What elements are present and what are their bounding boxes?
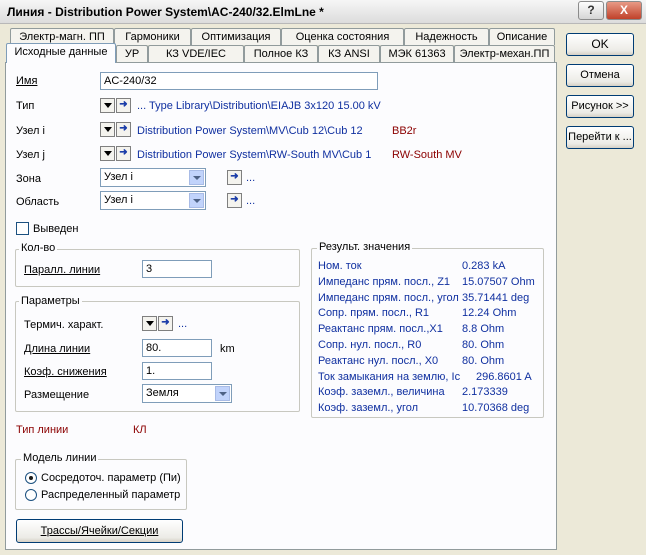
placement-dropdown[interactable]: Земля (142, 384, 232, 403)
result-value: 12.24 Ohm (462, 307, 517, 319)
area-dropdown-value: Узел i (104, 194, 133, 206)
chevron-down-icon[interactable] (189, 193, 204, 208)
count-group-title: Кол-во (19, 242, 58, 254)
type-jump-icon[interactable]: ➜ (116, 98, 131, 113)
tab-load-flow[interactable]: УР (116, 45, 148, 63)
lumped-parameter-label: Сосредоточ. параметр (Пи) (41, 472, 181, 484)
result-label: Ном. ток (318, 260, 362, 272)
derating-factor-input[interactable]: 1. (142, 362, 212, 380)
zone-ellipsis[interactable]: ... (246, 172, 255, 184)
type-value-link[interactable]: ... Type Library\Distribution\EIAJB 3x12… (137, 100, 381, 112)
placement-dropdown-value: Земля (146, 387, 179, 399)
result-label: Коэф. заземл., величина (318, 386, 445, 398)
zone-label: Зона (16, 173, 41, 185)
figure-button[interactable]: Рисунок >> (566, 95, 634, 118)
placement-label: Размещение (24, 389, 90, 401)
result-value: 35.71441 deg (462, 292, 530, 304)
zone-dropdown-value: Узел i (104, 171, 133, 183)
tab-state-estimation[interactable]: Оценка состояния (281, 28, 404, 45)
distributed-parameter-label: Распределенный параметр (41, 489, 181, 501)
tab-iec-61363[interactable]: МЭК 61363 (380, 45, 454, 63)
parallel-lines-label: Паралл. линии (24, 264, 101, 276)
tab-short-circuit-ansi[interactable]: КЗ ANSI (318, 45, 380, 63)
result-label: Реактанс прям. посл.,X1 (318, 323, 443, 335)
results-group-title: Результ. значения (317, 241, 413, 253)
close-button[interactable]: X (606, 1, 642, 20)
title-bar[interactable]: Линия - Distribution Power System\AC-240… (0, 0, 646, 24)
result-value: 10.70368 deg (462, 402, 530, 414)
node-i-label: Узел i (16, 125, 45, 137)
window-title: Линия - Distribution Power System\AC-240… (7, 5, 324, 19)
node-j-code: RW-South MV (392, 149, 462, 161)
name-label: Имя (16, 75, 38, 87)
node-j-jump-icon[interactable]: ➜ (116, 146, 131, 161)
area-dropdown[interactable]: Узел i (100, 191, 206, 210)
result-label: Реактанс нул. посл., X0 (318, 355, 439, 367)
derating-factor-label: Коэф. снижения (24, 366, 107, 378)
distributed-parameter-radio[interactable] (25, 489, 37, 501)
tab-reliability[interactable]: Надежность (404, 28, 489, 45)
thermal-rating-jump-icon[interactable]: ➜ (158, 316, 173, 331)
result-value: 80. Ohm (462, 339, 505, 351)
type-label: Тип (16, 100, 35, 112)
tab-complete-short-circuit[interactable]: Полное КЗ (244, 45, 318, 63)
node-i-value-link[interactable]: Distribution Power System\MV\Cub 12\Cub … (137, 125, 363, 137)
routes-cells-sections-button[interactable]: Трассы/Ячейки/Секции (16, 519, 183, 543)
tab-description[interactable]: Описание (489, 28, 555, 45)
line-type-label: Тип линии (16, 424, 69, 436)
line-dialog-window: Линия - Distribution Power System\AC-240… (0, 0, 646, 555)
line-model-group (15, 459, 187, 510)
out-of-service-label: Выведен (33, 223, 79, 235)
parameters-group-title: Параметры (19, 295, 82, 307)
tab-short-circuit-vde-iec[interactable]: КЗ VDE/IEC (148, 45, 244, 63)
help-button[interactable]: ? (578, 1, 604, 20)
result-value: 8.8 Ohm (462, 323, 505, 335)
result-label: Сопр. нул. посл., R0 (318, 339, 422, 351)
name-input[interactable]: AC-240/32 (100, 72, 378, 90)
result-label: Коэф. заземл., угол (318, 402, 419, 414)
result-value: 15.07507 Ohm (462, 276, 535, 288)
line-length-unit: km (220, 343, 235, 355)
chevron-down-icon[interactable] (189, 170, 204, 185)
node-j-label: Узел j (16, 149, 45, 161)
zone-jump-icon[interactable]: ➜ (227, 170, 242, 185)
node-i-code: BB2r (392, 125, 417, 137)
tab-basic-data[interactable]: Исходные данные (6, 43, 116, 63)
tab-electromechanical-transients[interactable]: Электр-механ.ПП (454, 45, 555, 63)
zone-dropdown[interactable]: Узел i (100, 168, 206, 187)
tab-optimization[interactable]: Оптимизация (191, 28, 281, 45)
goto-button[interactable]: Перейти к ... (566, 126, 634, 149)
area-label: Область (16, 196, 60, 208)
result-label: Импеданс прям. посл., Z1 (318, 276, 451, 288)
area-jump-icon[interactable]: ➜ (227, 193, 242, 208)
result-label: Импеданс прям. посл., угол (318, 292, 459, 304)
type-select-button[interactable] (100, 98, 115, 113)
result-label: Ток замыкания на землю, Ic (318, 371, 461, 383)
tab-harmonics[interactable]: Гармоники (114, 28, 191, 45)
out-of-service-checkbox[interactable] (16, 222, 29, 235)
parallel-lines-input[interactable]: 3 (142, 260, 212, 278)
result-label: Сопр. прям. посл., R1 (318, 307, 430, 319)
result-value: 2.173339 (462, 386, 508, 398)
result-value: 296.8601 A (476, 371, 532, 383)
thermal-rating-label: Термич. характ. (24, 319, 104, 331)
area-ellipsis[interactable]: ... (246, 195, 255, 207)
line-length-input[interactable]: 80. (142, 339, 212, 357)
result-value: 80. Ohm (462, 355, 505, 367)
lumped-parameter-radio[interactable] (25, 472, 37, 484)
line-model-group-title: Модель линии (21, 452, 99, 464)
node-j-select-button[interactable] (100, 146, 115, 161)
result-value: 0.283 kA (462, 260, 506, 272)
line-type-value: КЛ (133, 424, 147, 436)
node-j-value-link[interactable]: Distribution Power System\RW-South MV\Cu… (137, 149, 371, 161)
cancel-button[interactable]: Отмена (566, 64, 634, 87)
line-length-label: Длина линии (24, 343, 91, 355)
thermal-rating-ellipsis[interactable]: ... (178, 318, 187, 330)
node-i-select-button[interactable] (100, 122, 115, 137)
thermal-rating-select-button[interactable] (142, 316, 157, 331)
ok-button[interactable]: OK (566, 33, 634, 56)
chevron-down-icon[interactable] (215, 386, 230, 401)
node-i-jump-icon[interactable]: ➜ (116, 122, 131, 137)
